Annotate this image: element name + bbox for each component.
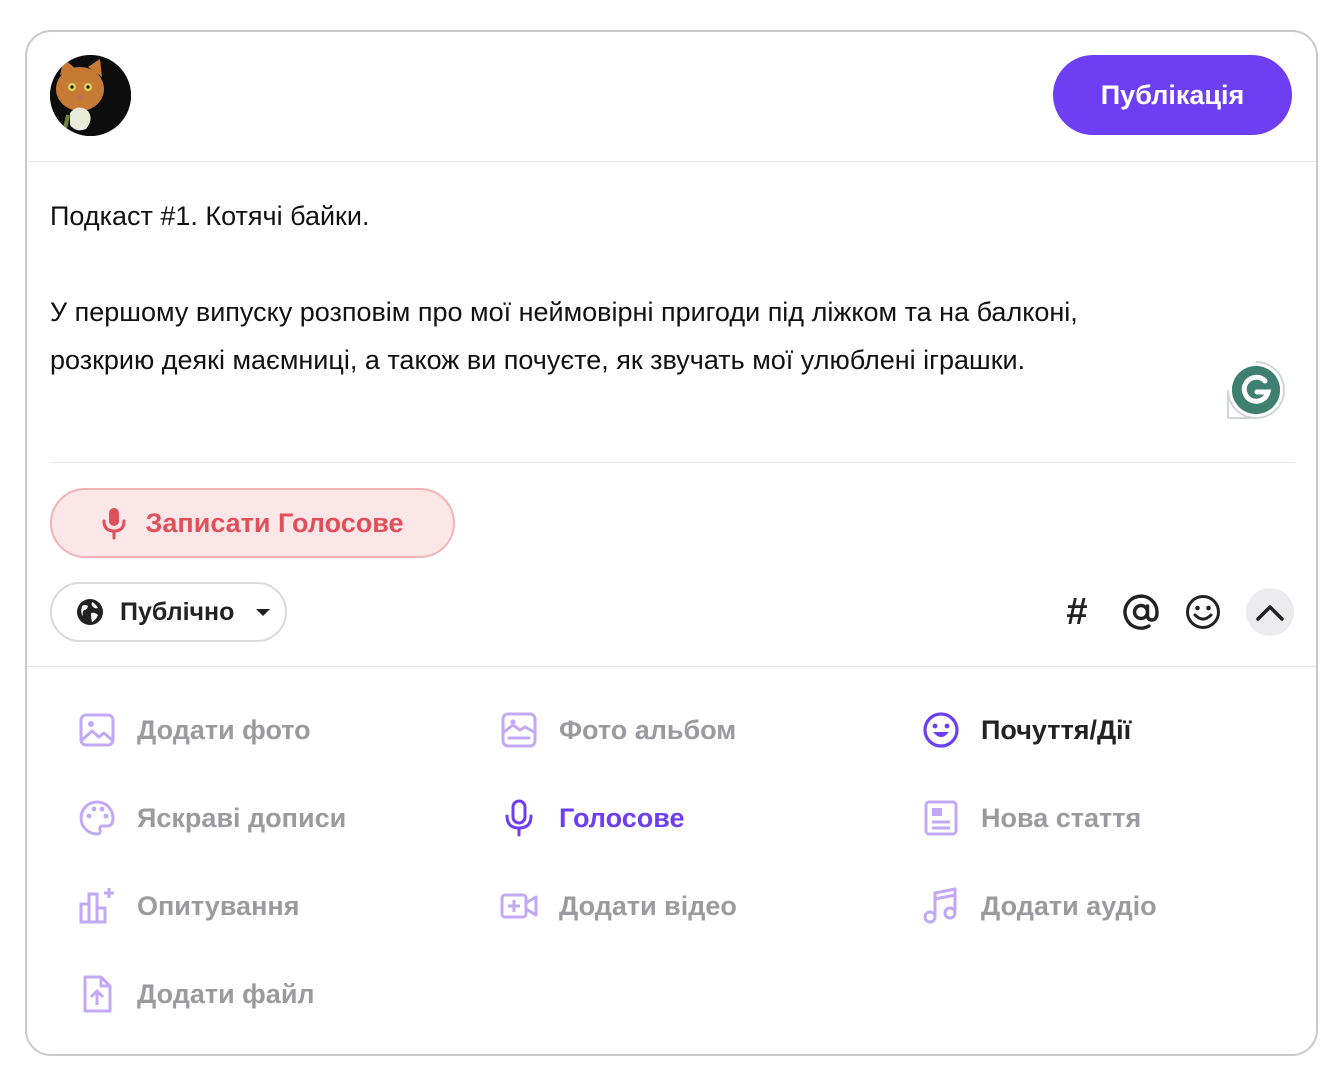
post-title-line: Подкаст #1. Котячі байки. <box>50 201 370 231</box>
add-video-label: Додати відео <box>559 890 737 921</box>
smiley-icon <box>1186 595 1220 629</box>
poll-chart-icon <box>79 888 114 924</box>
add-file-label: Додати файл <box>137 978 315 1009</box>
record-voice-button[interactable]: Записати Голосове <box>50 488 455 558</box>
chevron-up-icon <box>1256 605 1284 621</box>
chevron-down-icon <box>256 608 271 616</box>
globe-icon <box>77 599 103 625</box>
publish-button[interactable]: Публікація <box>1053 55 1292 135</box>
audience-dropdown[interactable]: Публічно <box>50 582 287 642</box>
add-file-option[interactable]: Додати файл <box>77 969 315 1019</box>
microphone-icon <box>102 508 126 540</box>
video-camera-icon <box>500 893 538 919</box>
feelings-label: Почуття/Дії <box>981 714 1132 745</box>
divider <box>50 462 1295 463</box>
add-photo-option[interactable]: Додати фото <box>77 705 311 755</box>
post-composer-card: Публікація Подкаст #1. Котячі байки. У п… <box>25 30 1318 1056</box>
music-note-icon <box>923 887 957 924</box>
poll-option[interactable]: Опитування <box>77 881 299 931</box>
voice-option[interactable]: Голосове <box>499 793 684 843</box>
hashtag-button[interactable]: # <box>1053 588 1101 636</box>
palette-icon <box>79 800 115 836</box>
add-photo-label: Додати фото <box>137 714 311 745</box>
post-text-area[interactable]: Подкаст #1. Котячі байки. У першому випу… <box>50 192 1250 384</box>
microphone-icon <box>505 799 533 837</box>
bright-posts-label: Яскраві дописи <box>137 802 347 833</box>
emoji-button[interactable] <box>1179 588 1227 636</box>
mention-button[interactable] <box>1117 588 1165 636</box>
album-icon <box>501 712 537 748</box>
image-icon <box>79 713 115 747</box>
cat-avatar-icon <box>50 55 131 136</box>
new-article-option[interactable]: Нова стаття <box>921 793 1141 843</box>
feelings-option[interactable]: Почуття/Дії <box>921 705 1131 755</box>
article-icon <box>924 800 958 836</box>
file-upload-icon <box>83 975 112 1013</box>
photo-album-option[interactable]: Фото альбом <box>499 705 736 755</box>
collapse-button[interactable] <box>1246 588 1294 636</box>
post-body-line-2: розкрию деякі маємниці, а також ви почує… <box>50 345 1026 375</box>
at-sign-icon <box>1123 594 1159 630</box>
audience-label: Публічно <box>120 597 235 626</box>
composer-header: Публікація <box>27 32 1316 162</box>
poll-label: Опитування <box>137 890 300 921</box>
add-video-option[interactable]: Додати відео <box>499 881 737 931</box>
add-audio-option[interactable]: Додати аудіо <box>921 881 1157 931</box>
smiley-icon <box>923 712 959 748</box>
post-body-line-1: У першому випуску розповім про мої неймо… <box>50 297 1078 327</box>
grammarly-icon[interactable] <box>1225 359 1287 421</box>
bright-posts-option[interactable]: Яскраві дописи <box>77 793 346 843</box>
divider <box>27 666 1316 667</box>
record-voice-label: Записати Голосове <box>145 507 404 538</box>
new-article-label: Нова стаття <box>981 802 1142 833</box>
avatar[interactable] <box>50 55 131 136</box>
photo-album-label: Фото альбом <box>559 714 737 745</box>
voice-label: Голосове <box>559 802 685 833</box>
add-audio-label: Додати аудіо <box>981 890 1157 921</box>
